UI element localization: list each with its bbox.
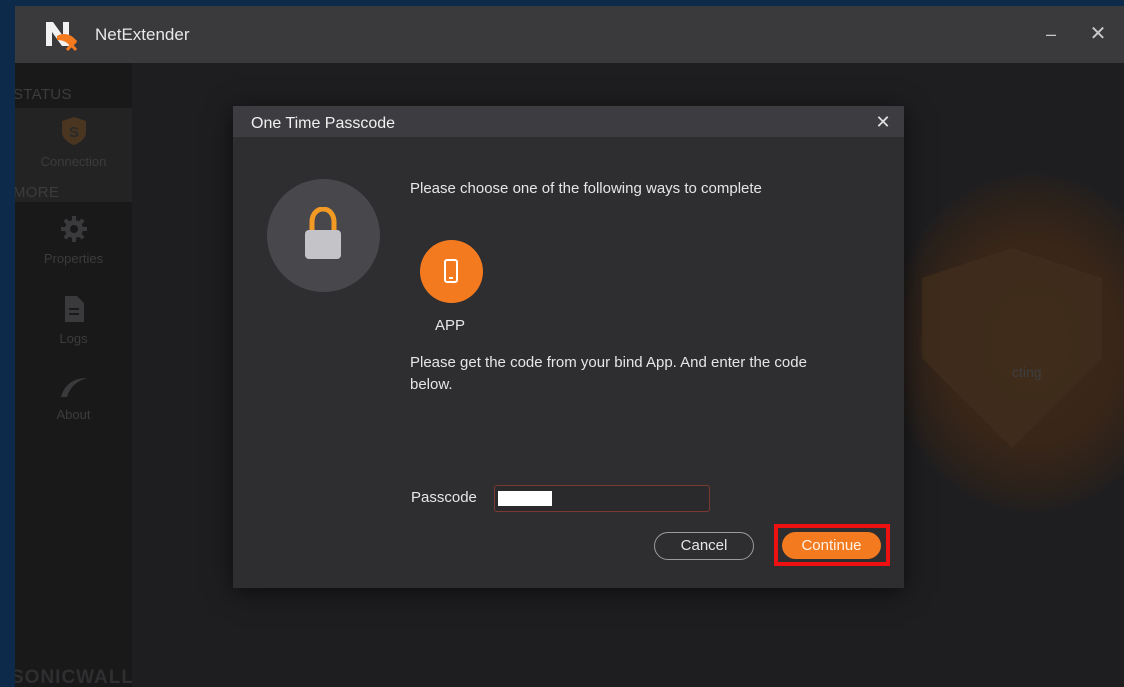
continue-button[interactable]: Continue: [782, 532, 881, 559]
smartphone-icon: [444, 259, 458, 283]
gear-icon: [60, 216, 87, 242]
cancel-button[interactable]: Cancel: [654, 532, 754, 560]
sidebar-item-label: Logs: [59, 331, 88, 346]
instruction-text: Please choose one of the following ways …: [410, 180, 762, 197]
sonicwall-swoosh-icon: [60, 378, 87, 397]
sidebar-item-properties[interactable]: Properties: [15, 215, 132, 266]
passcode-redaction: [498, 491, 552, 506]
connecting-status-partial: cting: [1012, 364, 1042, 380]
app-option-label: APP: [435, 317, 466, 334]
dialog-title: One Time Passcode: [251, 115, 396, 132]
sidebar-item-label: About: [56, 407, 91, 422]
sidebar-item-label: Properties: [43, 251, 104, 266]
sonicwall-brand-logo: SONICWALL: [15, 667, 134, 687]
netextender-logo-icon: [46, 22, 78, 52]
app-instruction-text: Please get the code from your bind App. …: [410, 354, 807, 393]
title-bar: NetExtender – ✕: [15, 6, 1124, 63]
otp-dialog: One Time Passcode ✕ Please choose one of…: [233, 106, 904, 588]
padlock-icon: [305, 207, 341, 259]
passcode-label: Passcode: [411, 489, 477, 506]
sidebar-item-about[interactable]: About: [15, 375, 132, 422]
sidebar: STATUS S Connection MORE Properties Logs…: [15, 63, 134, 687]
dialog-close-button[interactable]: ✕: [872, 111, 894, 133]
shield-s-icon: S: [61, 117, 86, 145]
more-section-label: MORE: [15, 184, 60, 201]
app-title: NetExtender: [95, 25, 190, 44]
status-section-label: STATUS: [15, 86, 72, 103]
lock-badge: [267, 179, 380, 292]
sidebar-item-label: Connection: [40, 154, 107, 169]
sidebar-item-logs[interactable]: Logs: [15, 295, 132, 346]
svg-text:S: S: [68, 124, 78, 141]
document-icon: [64, 296, 84, 322]
window-close-button[interactable]: ✕: [1084, 20, 1112, 48]
minimize-button[interactable]: –: [1037, 20, 1065, 48]
app-option-button[interactable]: [420, 240, 483, 303]
dialog-header: One Time Passcode ✕: [233, 106, 904, 137]
